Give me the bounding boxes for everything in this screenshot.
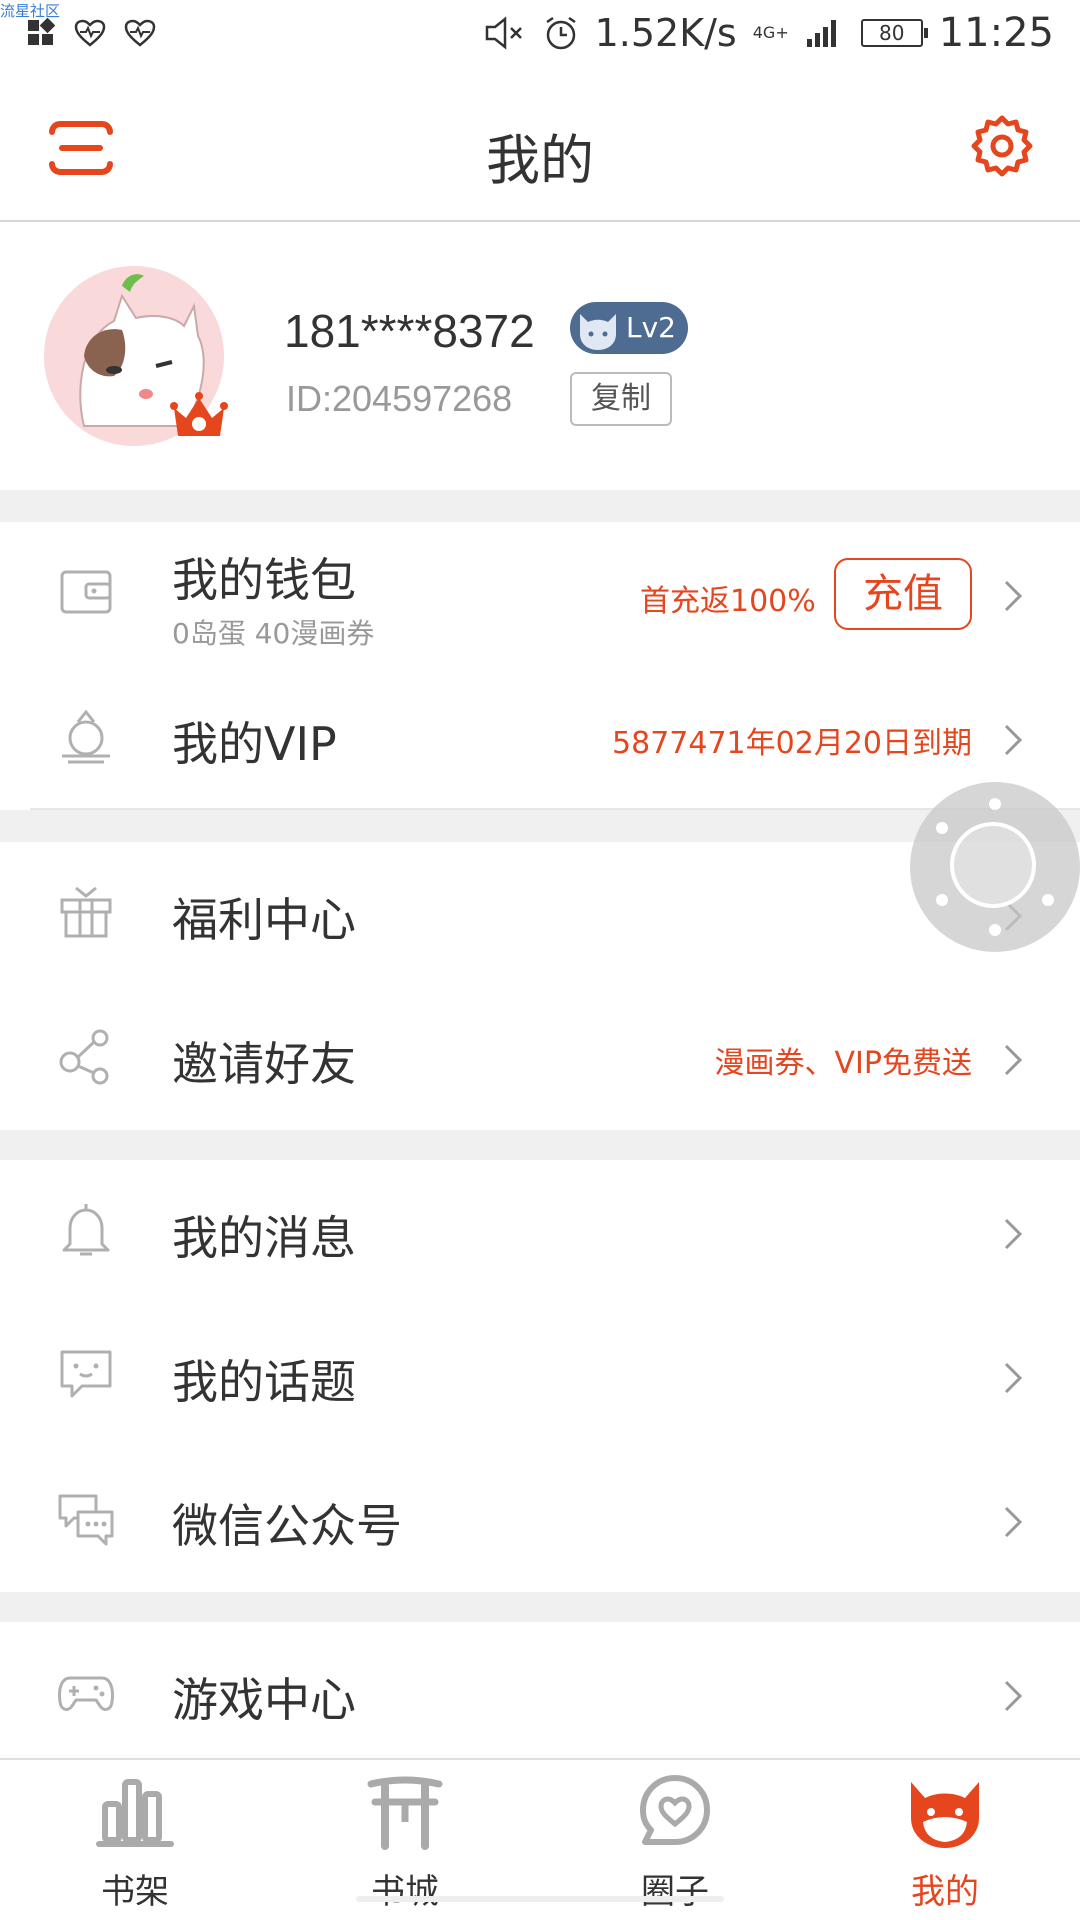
nav-label-bookstore: 书城	[371, 1872, 439, 1912]
avatar[interactable]	[44, 266, 228, 446]
game-center-title: 游戏中心	[172, 1673, 356, 1727]
level-badge: Lv2	[570, 302, 688, 354]
community-icon	[640, 1775, 710, 1845]
vip-expiry: 5877471年02月20日到期	[612, 726, 972, 761]
status-system: 1.52K/s 4G+ 80 11:25	[483, 10, 1054, 56]
bookstore-icon	[367, 1776, 443, 1850]
gift-icon	[60, 886, 112, 938]
heart-rate-icon	[74, 19, 106, 47]
floating-ball-dot	[936, 822, 948, 834]
app-grid-icon	[28, 18, 56, 45]
page-title: 我的	[486, 129, 594, 192]
vip-row[interactable]: 我的VIP 5877471年02月20日到期	[0, 666, 1080, 810]
top-header: 我的	[0, 78, 1080, 222]
network-type: 4G+	[752, 23, 789, 42]
user-phone: 181****8372	[284, 305, 535, 357]
nav-label-mine: 我的	[911, 1872, 979, 1912]
status-bar: 流星社区 1.52K/s 4G+ 80 11:25	[0, 0, 1080, 78]
settings-button[interactable]	[968, 114, 1036, 182]
floating-ball-dot	[1042, 894, 1054, 906]
floating-ball-dot	[989, 924, 1001, 936]
gamepad-icon	[58, 1676, 114, 1711]
nav-label-bookshelf: 书架	[101, 1872, 169, 1912]
floating-ball-dot	[989, 798, 1001, 810]
welfare-center-title: 福利中心	[172, 893, 356, 947]
heart-rate-icon	[124, 19, 156, 47]
cat-face-icon	[580, 314, 616, 350]
section-divider	[0, 1130, 1080, 1160]
invite-friends-title: 邀请好友	[172, 1037, 356, 1091]
nav-tab-mine[interactable]: 我的	[810, 1760, 1080, 1920]
my-messages-title: 我的消息	[172, 1211, 356, 1265]
home-indicator	[356, 1896, 724, 1902]
user-id: ID:204597268	[286, 378, 513, 419]
chevron-right-icon	[1004, 1680, 1023, 1712]
alarm-icon	[545, 16, 576, 50]
section-divider	[0, 490, 1080, 522]
share-icon	[59, 1029, 109, 1085]
nav-tab-bookshelf[interactable]: 书架	[0, 1760, 270, 1920]
level-text: Lv2	[626, 311, 676, 344]
gear-icon	[971, 115, 1033, 177]
crown-icon	[62, 709, 110, 764]
wallet-balance: 0岛蛋 40漫画券	[172, 617, 375, 650]
invite-friends-note: 漫画券、VIP免费送	[714, 1046, 972, 1081]
wallet-promo: 首充返100%	[640, 584, 816, 619]
chevron-right-icon	[1004, 1044, 1023, 1076]
network-speed: 1.52K/s	[594, 11, 737, 55]
game-center-row[interactable]: 游戏中心	[0, 1622, 1080, 1766]
chevron-right-icon	[1004, 1218, 1023, 1250]
nav-label-community: 圈子	[641, 1872, 709, 1912]
recharge-button[interactable]: 充值	[834, 558, 972, 630]
invite-friends-row[interactable]: 邀请好友 漫画券、VIP免费送	[0, 986, 1080, 1130]
floating-ball-dot	[936, 894, 948, 906]
wallet-icon	[60, 570, 112, 614]
wechat-account-title: 微信公众号	[172, 1499, 402, 1553]
chat-bubble-icon	[60, 1350, 112, 1398]
bookshelf-icon	[96, 1779, 174, 1847]
my-topics-title: 我的话题	[172, 1355, 356, 1409]
battery-indicator: 80	[860, 19, 928, 47]
wallet-row[interactable]: 我的钱包 0岛蛋 40漫画券 首充返100% 充值	[0, 522, 1080, 666]
chevron-right-icon	[1004, 1506, 1023, 1538]
wallet-title: 我的钱包	[172, 553, 356, 607]
floating-assistant-button[interactable]	[910, 782, 1080, 952]
mute-icon	[485, 16, 522, 50]
chevron-right-icon	[1004, 724, 1023, 756]
chevron-right-icon	[1004, 1362, 1023, 1394]
status-time: 11:25	[938, 10, 1054, 56]
vip-title: 我的VIP	[172, 717, 337, 771]
status-notifications	[26, 18, 156, 48]
signal-icon	[806, 20, 836, 47]
crown-badge-icon	[170, 392, 228, 436]
bell-icon	[62, 1204, 110, 1256]
wechat-account-row[interactable]: 微信公众号	[0, 1448, 1080, 1592]
wechat-icon	[58, 1494, 114, 1546]
floating-ball-center	[950, 822, 1036, 908]
section-divider	[0, 1592, 1080, 1622]
chevron-right-icon	[1004, 580, 1023, 612]
profile-section[interactable]: 181****8372 Lv2 ID:204597268 复制	[0, 222, 1080, 490]
my-messages-row[interactable]: 我的消息	[0, 1160, 1080, 1304]
cat-face-icon	[911, 1782, 979, 1848]
my-topics-row[interactable]: 我的话题	[0, 1304, 1080, 1448]
copy-id-button[interactable]: 复制	[570, 372, 672, 426]
